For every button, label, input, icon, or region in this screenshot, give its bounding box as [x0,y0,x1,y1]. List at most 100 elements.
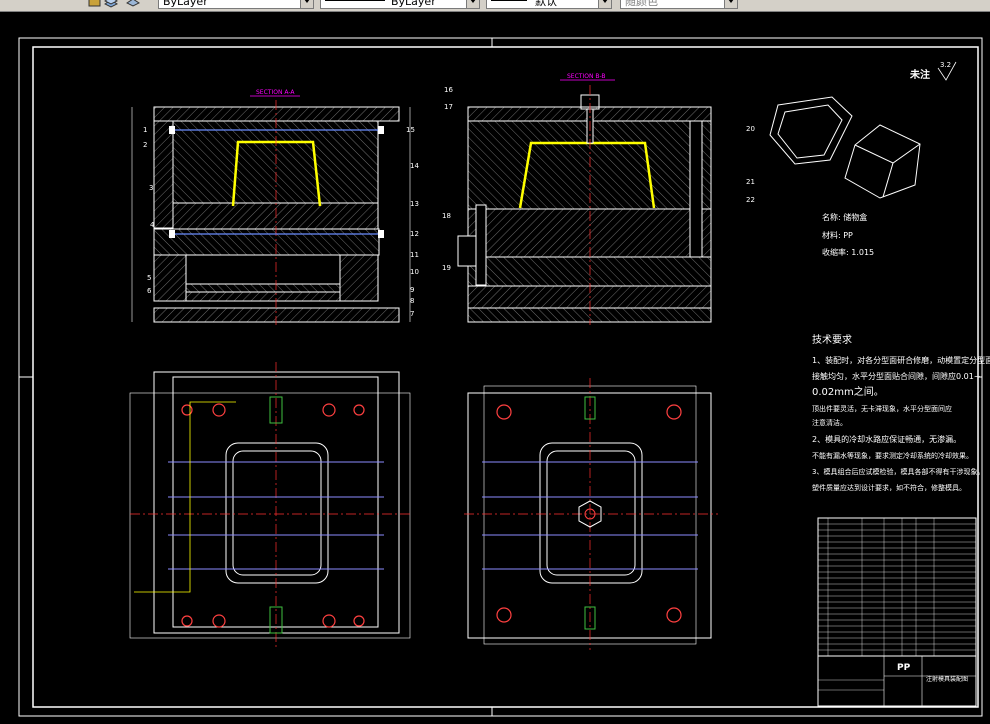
drawing-canvas[interactable]: SECTION A-A 1 2 3 4 5 6 7 8 9 10 11 12 1… [0,12,990,724]
callout: 9 [410,286,414,294]
title-drawing-name: 注射模具装配图 [926,675,968,683]
cavity-outline-inner [232,450,322,576]
lineweight-select-value: 默认 [535,0,557,8]
section-a-label: SECTION A-A [256,89,295,96]
section-b-label: SECTION B-B [567,73,606,80]
title-block: PP 注射模具装配图 [817,655,977,707]
plan-outline-inner [172,376,379,628]
callout: 15 [406,126,415,134]
lineweight-select[interactable]: 默认 [486,0,612,9]
core-plate-upper [172,202,379,230]
plotstyle-select[interactable]: 随颜色 [620,0,738,9]
lineweight-swatch [491,0,527,1]
left-rail [153,120,174,229]
part-isometric-closed [844,124,921,199]
bolt-hole [181,404,193,416]
tech-line: 顶出件要灵活，无卡滞现象，水平分型面间应 [812,404,952,413]
part-isometric-edge [882,162,894,198]
tech-line: 接触均匀，水平分型面贴合间隙，间隙应0.01~ [812,371,981,381]
bom-frame [817,517,977,657]
guide-pin [689,120,703,258]
color-select-value: ByLayer [163,0,208,8]
callout: 19 [442,264,451,272]
title-material: PP [897,663,911,673]
screw-head [378,126,384,134]
layer-states-icon[interactable] [104,0,118,8]
chevron-down-icon [724,0,737,8]
section-b-view: SECTION B-B 16 17 18 19 20 21 22 [442,73,755,325]
linetype-select-value: ByLayer [391,0,436,8]
plan-outline-outer [153,371,400,634]
screw-head [169,126,175,134]
part-isometric-open [769,96,853,165]
callout: 6 [147,287,152,295]
technical-requirements: 技术要求 1、装配时，对各分型面研合修磨，动模置定分型面 接触均匀，水平分型面贴… [812,333,990,492]
core-plate-b [467,208,712,258]
tech-line: 1、装配时，对各分型面研合修磨，动模置定分型面 [812,355,990,365]
callout: 18 [442,212,451,220]
part-shrinkage: 收缩率: 1.015 [822,247,874,257]
tech-line: 塑件质量应达到设计要求，如不符合，修整模具。 [812,483,966,492]
callout: 1 [143,126,147,134]
bill-of-materials [817,517,977,657]
part-name: 名称: 储物盒 [822,212,867,222]
return-pin [475,204,487,286]
callout: 7 [410,310,414,318]
guide-bush [666,607,682,623]
match-properties-icon[interactable] [88,0,102,8]
cavity-outline-b-inner [546,450,636,576]
chevron-down-icon[interactable] [466,0,479,8]
callout: 10 [410,268,419,276]
surface-note-label: 未注 [909,68,930,81]
callout: 3 [149,184,153,192]
surface-finish-note: 未注 3.2 [909,61,957,81]
guide-bush [666,404,682,420]
tech-title: 技术要求 [812,333,852,346]
callout: 8 [410,297,414,305]
callout: 22 [746,196,755,204]
cavity-outline-b [539,442,643,584]
plan-view-moving-half [129,362,411,650]
guide-hole [212,614,226,628]
callout: 20 [746,125,755,133]
part-isometric-edge [854,143,921,164]
chevron-down-icon[interactable] [598,0,611,8]
guide-hole [322,403,336,417]
chevron-down-icon[interactable] [300,0,313,8]
callout: 4 [150,221,155,229]
plan-outline-backing [129,392,411,639]
callout: 5 [147,274,151,282]
ejector-retainer-plate [185,283,341,293]
callout: 21 [746,178,755,186]
screw-head [169,230,175,238]
top-clamp-plate [153,106,400,122]
spacer-block-left [153,254,187,302]
linetype-swatch [325,0,385,1]
linetype-select[interactable]: ByLayer [320,0,480,9]
part-material: 材料: PP [822,230,853,240]
layer-icon[interactable] [126,0,140,8]
bolt-hole [181,615,193,627]
plan-view-fixed-half [464,378,718,650]
cavity-plate [172,120,379,204]
callout: 16 [444,86,453,94]
properties-toolbar: ByLayer ByLayer 默认 随颜色 [0,0,990,12]
support-plate-b [467,256,712,287]
screw-head [378,230,384,238]
spacer-b [467,285,712,309]
color-select[interactable]: ByLayer [158,0,314,9]
plan-outline-inner-b [483,385,697,645]
plan-outline-outer-b [467,392,712,639]
callout: 11 [410,251,419,259]
guide-hole [212,403,226,417]
ejector-plate [185,291,341,302]
section-a-view: SECTION A-A 1 2 3 4 5 6 7 8 9 10 11 12 1… [131,89,419,325]
tech-line: 注意清洁。 [812,418,847,427]
plotstyle-select-value: 随颜色 [625,0,658,8]
part-isometric-open-rim [777,104,843,159]
cavity-outline [225,442,329,584]
bottom-clamp-plate [153,307,400,323]
guide-bush [496,607,512,623]
callout: 2 [143,141,147,149]
surface-roughness-value: 3.2 [940,61,951,69]
